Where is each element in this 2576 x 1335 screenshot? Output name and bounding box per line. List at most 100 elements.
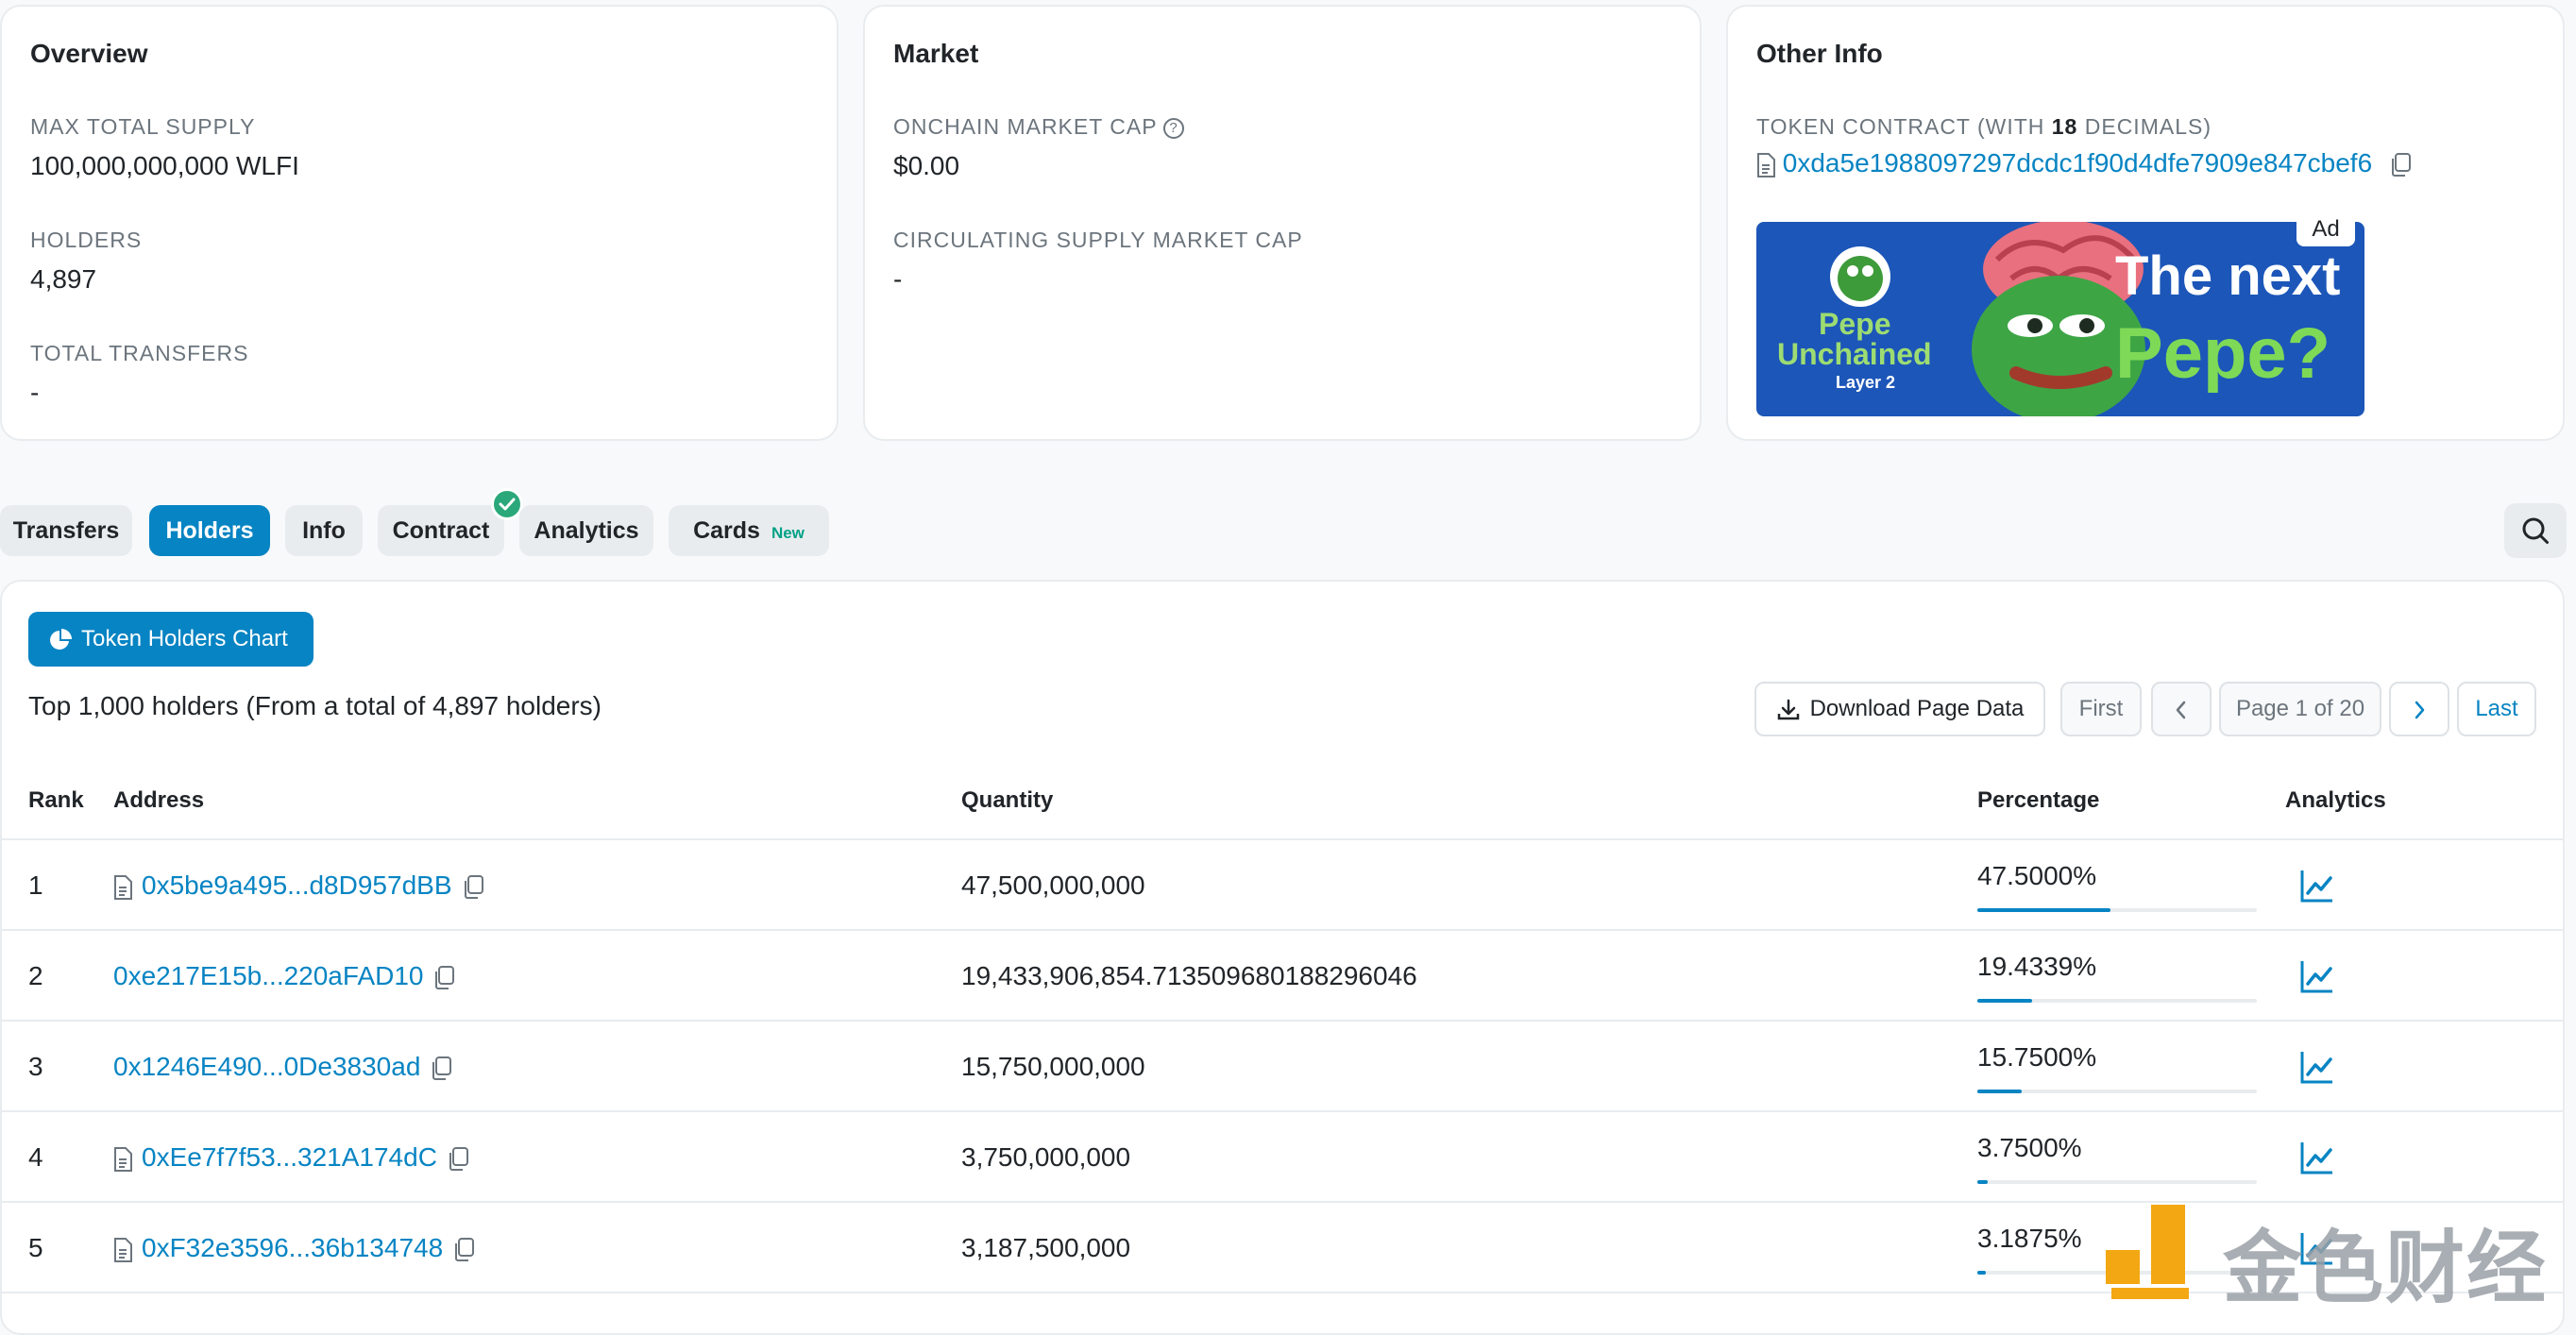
analytics-chart-icon[interactable]	[2298, 1139, 2336, 1176]
prev-page-button[interactable]	[2151, 682, 2212, 736]
last-page-button[interactable]: Last	[2457, 682, 2536, 736]
column-percentage: Percentage	[1977, 787, 2100, 813]
token-holders-chart-label: Token Holders Chart	[81, 626, 288, 651]
column-analytics: Analytics	[2285, 787, 2386, 813]
rank-cell: 3	[28, 1052, 43, 1081]
download-icon	[1777, 699, 1799, 719]
max-supply-label: MAX TOTAL SUPPLY	[30, 114, 256, 139]
copy-icon[interactable]	[462, 874, 484, 900]
column-rank: Rank	[28, 787, 84, 813]
quantity-cell: 3,750,000,000	[961, 1142, 1131, 1172]
download-label: Download Page Data	[1809, 696, 2025, 721]
watermark: 金色财经	[2106, 1199, 2576, 1312]
copy-icon[interactable]	[452, 1237, 475, 1262]
overview-title: Overview	[30, 39, 148, 68]
quantity-cell: 47,500,000,000	[961, 870, 1145, 900]
quantity-cell: 19,433,906,854.713509680188296046	[961, 961, 1417, 990]
onchain-market-cap-value: $0.00	[893, 151, 960, 180]
tab-holders[interactable]: Holders	[149, 505, 270, 556]
max-supply-value: 100,000,000,000 WLFI	[30, 151, 299, 180]
quantity-cell: 15,750,000,000	[961, 1052, 1145, 1081]
new-badge: New	[771, 524, 805, 542]
percentage-bar	[1977, 999, 2257, 1003]
holder-address-link[interactable]: 0x1246E490...0De3830ad	[113, 1052, 420, 1081]
percentage-bar-fill	[1977, 1090, 2022, 1093]
address-cell: 0x5be9a495...d8D957dBB	[113, 840, 484, 931]
percentage-bar-fill	[1977, 1271, 1987, 1275]
table-row: 4 0xEe7f7f53...321A174dC 3,750,000,000 3.75…	[0, 1112, 2565, 1203]
address-cell: 0xe217E15b...220aFAD10	[113, 931, 455, 1022]
table-row: 3 0x1246E490...0De3830ad 15,750,000,000 15.…	[0, 1022, 2565, 1112]
ad-brand-line2: Unchained	[1777, 337, 1932, 371]
other-info-card: Other Info TOKEN CONTRACT (WITH 18 DECIM…	[1726, 5, 2565, 441]
holders-summary: Top 1,000 holders (From a total of 4,897…	[28, 691, 602, 720]
search-button[interactable]	[2504, 503, 2567, 558]
token-contract-row: 0xda5e1988097297dcdc1f90d4dfe7909e847cbe…	[1756, 148, 2412, 178]
ad-brand-line3: Layer 2	[1836, 373, 1896, 392]
holder-address-link[interactable]: 0x5be9a495...d8D957dBB	[142, 870, 452, 900]
copy-icon[interactable]	[447, 1146, 469, 1172]
tab-analytics[interactable]: Analytics	[519, 505, 653, 556]
verified-check-icon	[491, 488, 523, 520]
chevron-left-icon	[2176, 701, 2186, 718]
rank-cell: 1	[28, 870, 43, 900]
page-indicator: Page 1 of 20	[2219, 682, 2381, 736]
percentage-value: 15.7500%	[1977, 1042, 2097, 1072]
ad-badge: Ad	[2296, 212, 2355, 246]
token-contract-suffix: DECIMALS)	[2077, 114, 2212, 139]
holders-label: HOLDERS	[30, 228, 143, 252]
address-cell: 0xEe7f7f53...321A174dC	[113, 1112, 469, 1203]
token-contract-link[interactable]: 0xda5e1988097297dcdc1f90d4dfe7909e847cbe…	[1783, 148, 2372, 177]
table-row: 2 0xe217E15b...220aFAD10 19,433,906,854.71…	[0, 931, 2565, 1022]
watermark-logo-icon	[2106, 1205, 2189, 1299]
help-icon[interactable]: ?	[1162, 117, 1184, 139]
address-cell: 0x1246E490...0De3830ad	[113, 1022, 452, 1112]
search-icon	[2522, 517, 2549, 544]
document-icon	[114, 1237, 132, 1262]
ad-headline-2: Pepe?	[2115, 313, 2331, 394]
analytics-chart-icon[interactable]	[2298, 867, 2336, 904]
table-row: 1 0x5be9a495...d8D957dBB 47,500,000,000 47.…	[0, 840, 2565, 931]
holder-address-link[interactable]: 0xF32e3596...36b134748	[142, 1233, 443, 1262]
copy-icon[interactable]	[432, 965, 455, 990]
token-contract-prefix: TOKEN CONTRACT (WITH	[1756, 114, 2052, 139]
ad-banner[interactable]: Pepe Unchained Layer 2 The next Pepe?	[1756, 222, 2364, 416]
token-contract-label: TOKEN CONTRACT (WITH 18 DECIMALS)	[1756, 114, 2212, 140]
overview-card: Overview MAX TOTAL SUPPLY 100,000,000,00…	[0, 5, 839, 441]
percentage-bar-fill	[1977, 999, 2032, 1003]
copy-icon[interactable]	[2389, 152, 2412, 177]
percentage-cell: 47.5000%	[1977, 861, 2257, 912]
percentage-value: 47.5000%	[1977, 861, 2097, 890]
token-decimals: 18	[2051, 114, 2078, 139]
circulating-market-cap-value: -	[893, 264, 903, 294]
percentage-bar-fill	[1977, 908, 2110, 912]
token-holders-chart-button[interactable]: Token Holders Chart	[28, 612, 314, 667]
document-icon	[114, 874, 132, 900]
circulating-market-cap-label: CIRCULATING SUPPLY MARKET CAP	[893, 228, 1303, 252]
first-page-button[interactable]: First	[2060, 682, 2142, 736]
market-card: Market ONCHAIN MARKET CAP? $0.00 CIRCULA…	[863, 5, 1702, 441]
holder-address-link[interactable]: 0xEe7f7f53...321A174dC	[142, 1142, 437, 1172]
analytics-chart-icon[interactable]	[2298, 957, 2336, 995]
percentage-bar	[1977, 908, 2257, 912]
other-info-title: Other Info	[1756, 39, 1883, 68]
tab-transfers[interactable]: Transfers	[0, 505, 132, 556]
holders-value: 4,897	[30, 264, 97, 294]
onchain-market-cap-label-text: ONCHAIN MARKET CAP	[893, 114, 1158, 139]
total-transfers-label: TOTAL TRANSFERS	[30, 341, 249, 365]
ad-headline-1: The next	[2115, 245, 2341, 307]
analytics-chart-icon[interactable]	[2298, 1048, 2336, 1086]
download-page-data-button[interactable]: Download Page Data	[1754, 682, 2045, 736]
percentage-value: 3.7500%	[1977, 1133, 2082, 1162]
percentage-value: 19.4339%	[1977, 952, 2097, 981]
tab-cards[interactable]: Cards New	[669, 505, 829, 556]
holder-address-link[interactable]: 0xe217E15b...220aFAD10	[113, 961, 423, 990]
tab-cards-label: Cards	[693, 517, 760, 544]
document-icon	[114, 1146, 132, 1172]
tab-info[interactable]: Info	[285, 505, 363, 556]
next-page-button[interactable]	[2389, 682, 2449, 736]
chevron-right-icon	[2415, 701, 2425, 718]
tab-contract[interactable]: Contract	[378, 505, 504, 556]
column-quantity: Quantity	[961, 787, 1054, 813]
copy-icon[interactable]	[430, 1056, 452, 1081]
